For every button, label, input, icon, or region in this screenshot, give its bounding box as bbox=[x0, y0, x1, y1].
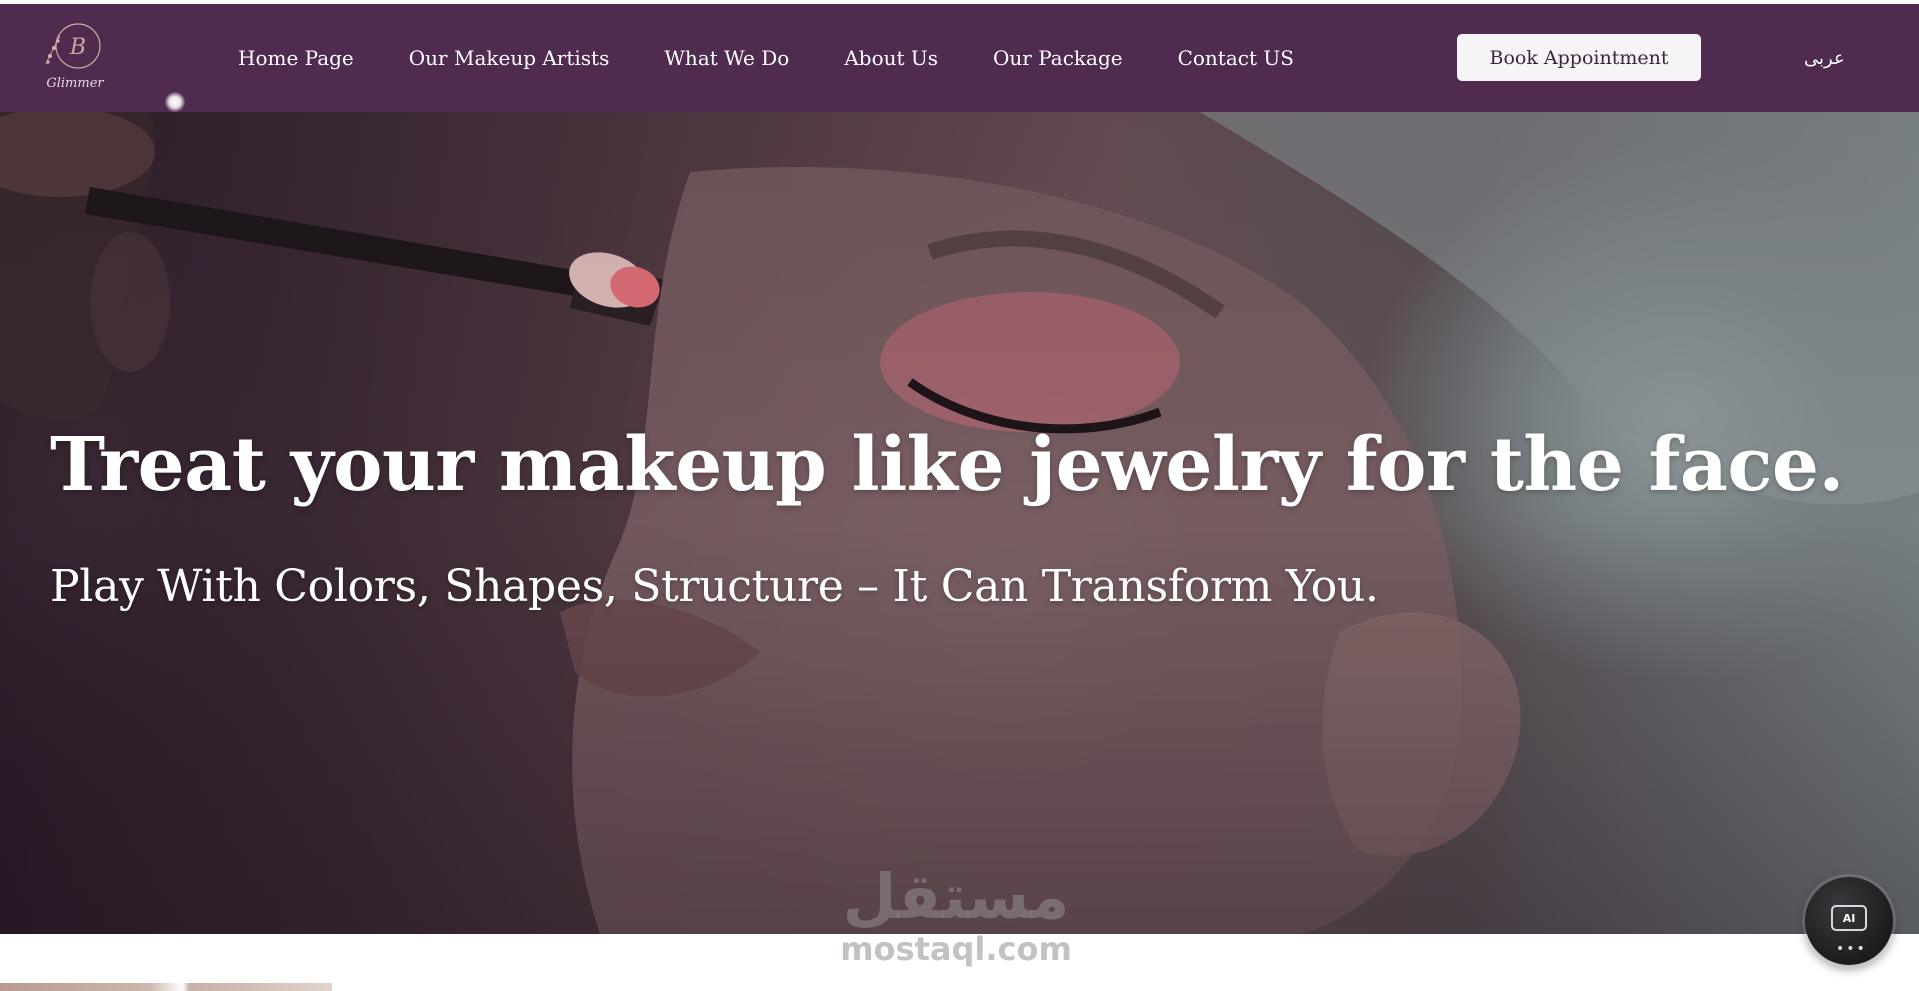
ai-assistant-button[interactable]: AI ••• bbox=[1805, 877, 1893, 965]
cursor-dot-icon bbox=[165, 92, 185, 112]
book-appointment-button[interactable]: Book Appointment bbox=[1457, 34, 1701, 81]
nav-home[interactable]: Home Page bbox=[238, 46, 354, 70]
hero-title: Treat your makeup like jewelry for the f… bbox=[50, 422, 1844, 508]
hero-banner: Treat your makeup like jewelry for the f… bbox=[0, 112, 1919, 934]
watermark-latin: mostaql.com bbox=[840, 930, 1072, 968]
nav-about-us[interactable]: About Us bbox=[844, 46, 938, 70]
watermark-arabic: مستقل bbox=[842, 860, 1070, 933]
nav-makeup-artists[interactable]: Our Makeup Artists bbox=[409, 46, 610, 70]
hero-subtitle: Play With Colors, Shapes, Structure – It… bbox=[50, 561, 1379, 612]
hero-overlay bbox=[0, 112, 1919, 934]
ai-chip-icon: AI bbox=[1831, 905, 1867, 931]
language-switch-link[interactable]: عربى bbox=[1804, 48, 1845, 69]
navbar: B Glimmer Home Page Our Makeup Artists W… bbox=[0, 4, 1919, 112]
brand-name: Glimmer bbox=[46, 76, 104, 91]
more-dots-icon: ••• bbox=[1836, 941, 1867, 957]
nav-our-package[interactable]: Our Package bbox=[993, 46, 1123, 70]
nav-contact-us[interactable]: Contact US bbox=[1178, 46, 1294, 70]
brand-logo[interactable]: B Glimmer bbox=[38, 20, 112, 96]
mostaql-watermark: مستقل mostaql.com bbox=[836, 862, 1076, 972]
nav-what-we-do[interactable]: What We Do bbox=[664, 46, 789, 70]
svg-text:B: B bbox=[69, 35, 86, 60]
logo-monogram-icon: B bbox=[45, 23, 101, 69]
next-section-image-peek bbox=[0, 983, 332, 991]
main-nav: Home Page Our Makeup Artists What We Do … bbox=[238, 4, 1349, 112]
